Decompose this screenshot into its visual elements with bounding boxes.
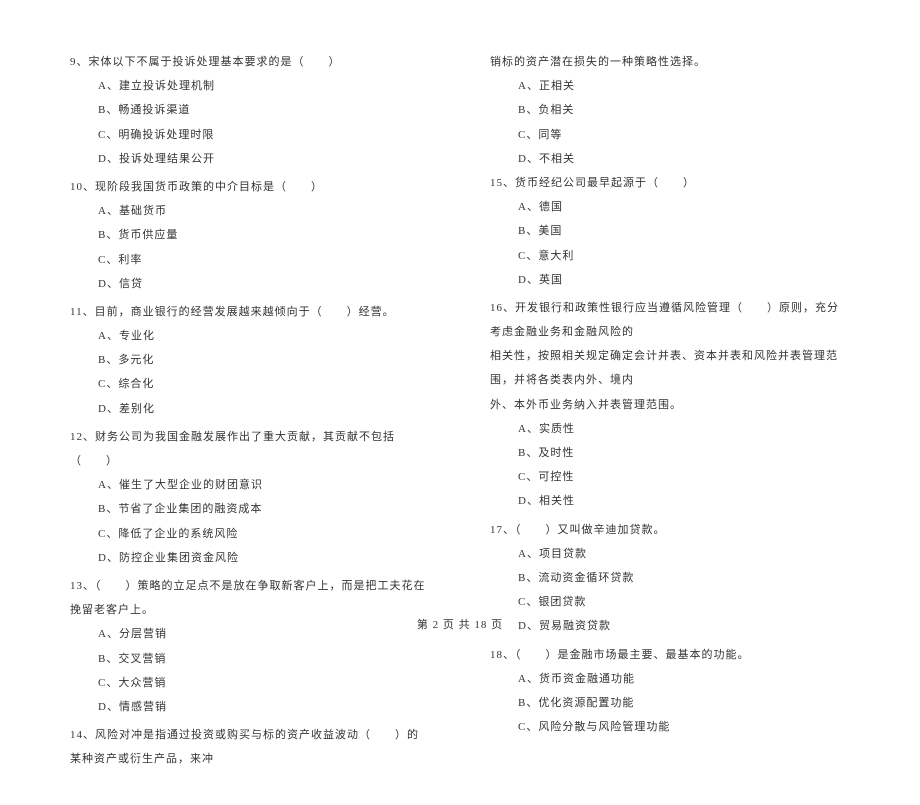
question-9: 9、宋体以下不属于投诉处理基本要求的是（ ） A、建立投诉处理机制 B、畅通投诉… (70, 50, 430, 171)
option-b: B、流动资金循环贷款 (518, 566, 850, 590)
question-12: 12、财务公司为我国金融发展作出了重大贡献，其贡献不包括（ ） A、催生了大型企… (70, 425, 430, 570)
question-14-options: A、正相关 B、负相关 C、同等 D、不相关 (490, 74, 850, 171)
question-options: A、基础货币 B、货币供应量 C、利率 D、信贷 (70, 199, 430, 296)
option-d: D、投诉处理结果公开 (98, 147, 430, 171)
question-text: 12、财务公司为我国金融发展作出了重大贡献，其贡献不包括（ ） (70, 425, 430, 473)
option-a: A、建立投诉处理机制 (98, 74, 430, 98)
question-options: A、专业化 B、多元化 C、综合化 D、差别化 (70, 324, 430, 421)
question-text: 11、目前，商业银行的经营发展越来越倾向于（ ）经营。 (70, 300, 430, 324)
option-a: A、催生了大型企业的财团意识 (98, 473, 430, 497)
option-c: C、可控性 (518, 465, 850, 489)
document-page: 9、宋体以下不属于投诉处理基本要求的是（ ） A、建立投诉处理机制 B、畅通投诉… (0, 0, 920, 805)
option-c: C、意大利 (518, 244, 850, 268)
right-column: 销标的资产潜在损失的一种策略性选择。 A、正相关 B、负相关 C、同等 D、不相… (490, 50, 850, 775)
question-text-line2: 相关性，按照相关规定确定会计并表、资本并表和风险并表管理范围，并将各类表内外、境… (490, 344, 850, 392)
option-a: A、基础货币 (98, 199, 430, 223)
option-b: B、多元化 (98, 348, 430, 372)
option-c: C、综合化 (98, 372, 430, 396)
question-11: 11、目前，商业银行的经营发展越来越倾向于（ ）经营。 A、专业化 B、多元化 … (70, 300, 430, 421)
option-b: B、优化资源配置功能 (518, 691, 850, 715)
option-d: D、防控企业集团资金风险 (98, 546, 430, 570)
left-column: 9、宋体以下不属于投诉处理基本要求的是（ ） A、建立投诉处理机制 B、畅通投诉… (70, 50, 430, 775)
question-text: 9、宋体以下不属于投诉处理基本要求的是（ ） (70, 50, 430, 74)
question-14-continuation: 销标的资产潜在损失的一种策略性选择。 (490, 50, 850, 74)
question-text: 15、货币经纪公司最早起源于（ ） (490, 171, 850, 195)
question-10: 10、现阶段我国货币政策的中介目标是（ ） A、基础货币 B、货币供应量 C、利… (70, 175, 430, 296)
question-options: A、分层营销 B、交叉营销 C、大众营销 D、情感营销 (70, 622, 430, 719)
option-c: C、利率 (98, 248, 430, 272)
question-options: A、催生了大型企业的财团意识 B、节省了企业集团的融资成本 C、降低了企业的系统… (70, 473, 430, 570)
option-a: A、正相关 (518, 74, 850, 98)
question-text: 10、现阶段我国货币政策的中介目标是（ ） (70, 175, 430, 199)
option-b: B、美国 (518, 219, 850, 243)
question-options: A、建立投诉处理机制 B、畅通投诉渠道 C、明确投诉处理时限 D、投诉处理结果公… (70, 74, 430, 171)
question-13: 13、（ ）策略的立足点不是放在争取新客户上，而是把工夫花在挽留老客户上。 A、… (70, 574, 430, 719)
option-d: D、不相关 (518, 147, 850, 171)
option-d: D、英国 (518, 268, 850, 292)
option-b: B、货币供应量 (98, 223, 430, 247)
option-b: B、节省了企业集团的融资成本 (98, 497, 430, 521)
option-c: C、同等 (518, 123, 850, 147)
question-15: 15、货币经纪公司最早起源于（ ） A、德国 B、美国 C、意大利 D、英国 (490, 171, 850, 292)
question-options: A、货币资金融通功能 B、优化资源配置功能 C、风险分散与风险管理功能 (490, 667, 850, 740)
option-a: A、货币资金融通功能 (518, 667, 850, 691)
question-options: A、德国 B、美国 C、意大利 D、英国 (490, 195, 850, 292)
question-text-line3: 外、本外币业务纳入并表管理范围。 (490, 393, 850, 417)
option-c: C、银团贷款 (518, 590, 850, 614)
question-text: 14、风险对冲是指通过投资或购买与标的资产收益波动（ ）的某种资产或衍生产品，来… (70, 723, 430, 771)
option-d: D、情感营销 (98, 695, 430, 719)
question-14: 14、风险对冲是指通过投资或购买与标的资产收益波动（ ）的某种资产或衍生产品，来… (70, 723, 430, 771)
question-18: 18、（ ）是金融市场最主要、最基本的功能。 A、货币资金融通功能 B、优化资源… (490, 643, 850, 740)
option-d: D、信贷 (98, 272, 430, 296)
option-b: B、畅通投诉渠道 (98, 98, 430, 122)
option-c: C、大众营销 (98, 671, 430, 695)
page-footer: 第 2 页 共 18 页 (0, 616, 920, 632)
option-a: A、项目贷款 (518, 542, 850, 566)
question-text: 18、（ ）是金融市场最主要、最基本的功能。 (490, 643, 850, 667)
option-a: A、德国 (518, 195, 850, 219)
option-b: B、交叉营销 (98, 647, 430, 671)
option-d: D、差别化 (98, 397, 430, 421)
option-c: C、风险分散与风险管理功能 (518, 715, 850, 739)
question-options: A、实质性 B、及时性 C、可控性 D、相关性 (490, 417, 850, 514)
option-b: B、及时性 (518, 441, 850, 465)
option-c: C、明确投诉处理时限 (98, 123, 430, 147)
question-text: 16、开发银行和政策性银行应当遵循风险管理（ ）原则，充分考虑金融业务和金融风险… (490, 296, 850, 344)
option-c: C、降低了企业的系统风险 (98, 522, 430, 546)
option-d: D、相关性 (518, 489, 850, 513)
option-a: A、专业化 (98, 324, 430, 348)
option-a: A、实质性 (518, 417, 850, 441)
question-text: 17、（ ）又叫做辛迪加贷款。 (490, 518, 850, 542)
question-16: 16、开发银行和政策性银行应当遵循风险管理（ ）原则，充分考虑金融业务和金融风险… (490, 296, 850, 514)
option-b: B、负相关 (518, 98, 850, 122)
